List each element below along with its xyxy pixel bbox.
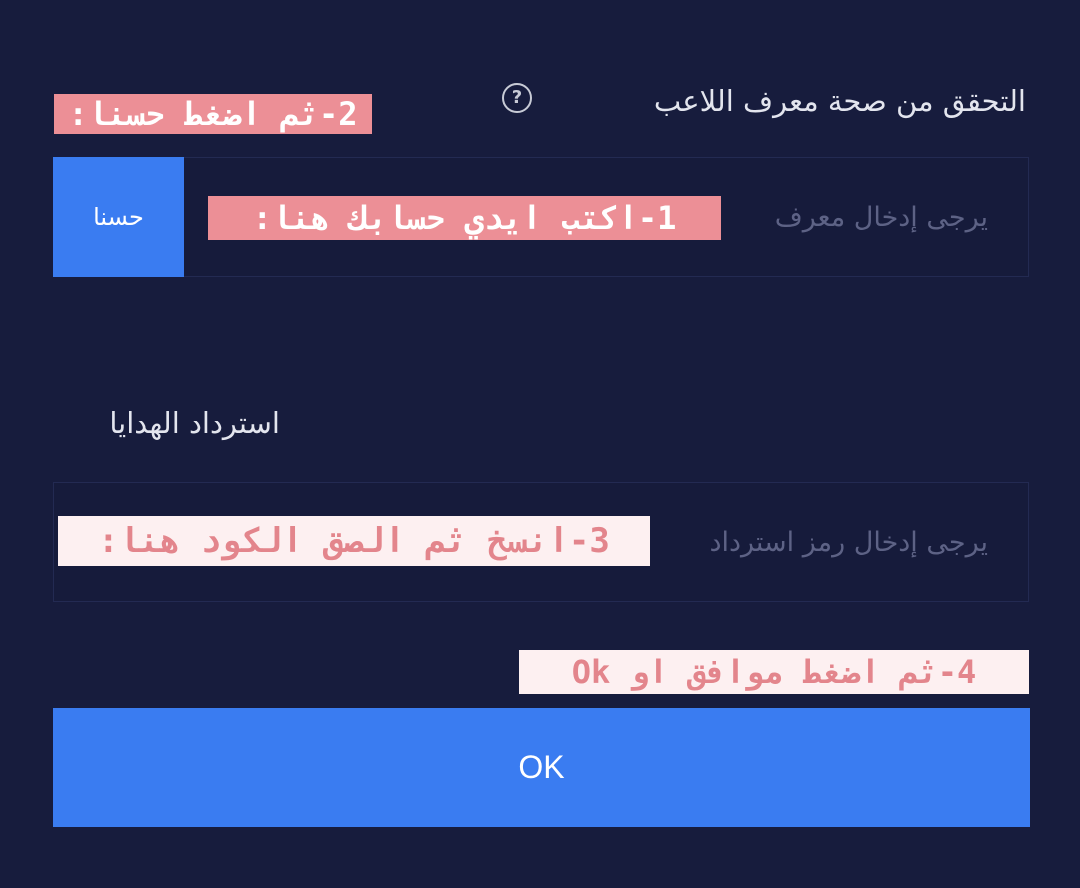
help-icon[interactable]: ? [502,83,532,113]
annotation-step-1: 1-اكتب ايدي حسابك هنا: [208,196,721,240]
verify-ok-button[interactable]: حسنا [53,157,184,277]
annotation-step-4: 4-ثم اضغط موافق او Ok [519,650,1029,694]
redeem-ok-button[interactable]: OK [53,708,1030,827]
annotation-step-2: 2-ثم اضغط حسنا: [54,94,372,134]
annotation-step-3: 3-انسخ ثم الصق الكود هنا: [58,516,650,566]
redeem-gifts-title: استرداد الهدايا [109,406,280,440]
player-id-verify-title: التحقق من صحة معرف اللاعب [653,84,1026,118]
